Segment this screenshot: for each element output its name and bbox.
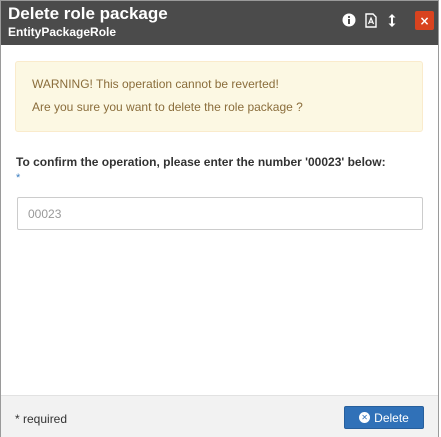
- info-icon[interactable]: [340, 11, 358, 29]
- warning-alert: WARNING! This operation cannot be revert…: [15, 61, 423, 132]
- close-icon: ×: [419, 13, 430, 28]
- dialog-title: Delete role package: [8, 4, 168, 23]
- required-marker: *: [16, 172, 21, 184]
- delete-button-label: Delete: [374, 410, 409, 425]
- warning-message: WARNING! This operation cannot be revert…: [32, 77, 279, 91]
- confirmation-question: Are you sure you want to delete the role…: [32, 100, 303, 114]
- delete-button[interactable]: ✕ Delete: [344, 406, 424, 429]
- dialog-titlebar: Delete role package EntityPackageRole ×: [1, 1, 438, 45]
- resize-icon[interactable]: [383, 11, 401, 29]
- close-button[interactable]: ×: [415, 11, 434, 30]
- confirm-number-input[interactable]: [17, 197, 423, 230]
- pdf-icon[interactable]: [362, 11, 380, 29]
- confirm-label: To confirm the operation, please enter t…: [16, 155, 386, 169]
- delete-role-package-dialog: Delete role package EntityPackageRole × …: [0, 0, 439, 437]
- required-note: * required: [15, 412, 68, 426]
- delete-circle-icon: ✕: [359, 412, 371, 423]
- dialog-footer: * required ✕ Delete: [1, 395, 438, 437]
- dialog-subtitle: EntityPackageRole: [8, 25, 117, 39]
